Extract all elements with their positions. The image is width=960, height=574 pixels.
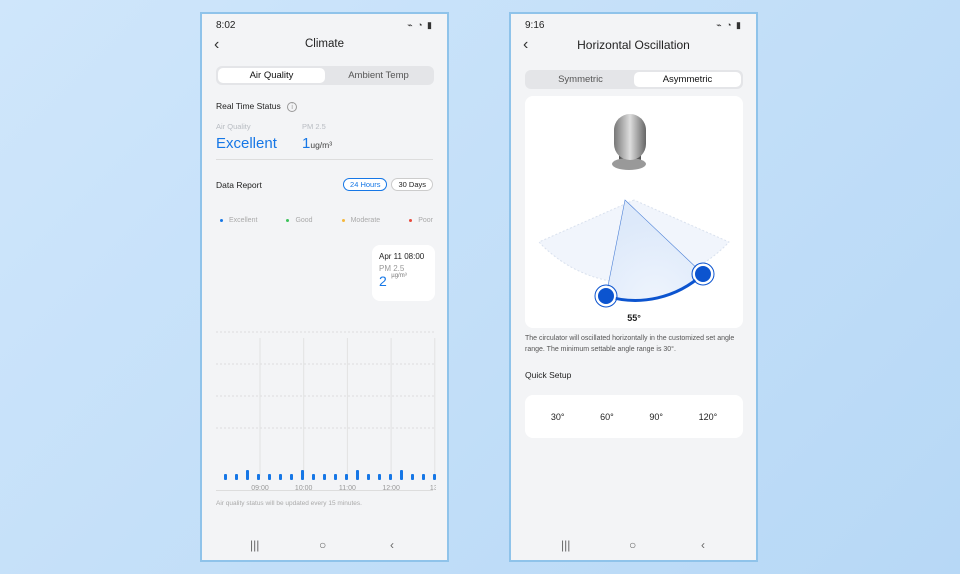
nav-home-button[interactable]: ○ [629,538,636,552]
description: The circulator will oscillated horizonta… [525,335,735,353]
legend-label: Poor [418,217,433,224]
tab-symmetric[interactable]: Symmetric [527,72,634,87]
tooltip-unit: µg/m³ [391,273,407,279]
legend: Excellent Good Moderate Poor [220,217,433,224]
legend-dot [286,218,290,222]
left-handle[interactable] [596,286,616,306]
right-handle[interactable] [693,264,713,284]
legend-label: Good [295,217,313,224]
aq-value: Excellent [216,135,277,152]
status-time: 9:16 [525,20,545,31]
divider [216,490,433,491]
status-time: 8:02 [216,20,236,31]
climate-screen: 8:02 ⌁ ◔ ▮ ‹ Climate Air Quality Ambient… [200,12,449,562]
chart-bar [224,474,227,480]
legend-dot [341,218,345,222]
legend-dot [409,218,413,222]
chart-bar [356,470,359,480]
nav-recent-button[interactable]: ||| [250,538,259,552]
report-label: Data Report [216,180,262,190]
tooltip-card: Apr 11 08:00 PM 2.5 2 µg/m³ [372,245,435,301]
legend-item: Poor [409,217,433,224]
chart-bar [301,470,304,480]
oscillation-card: 55° [525,96,743,328]
fan-image [612,114,646,170]
oscillation-screen: 9:16 ⌁ ◔ ▮ ‹ Horizontal Oscillation Symm… [509,12,758,562]
legend-label: Excellent [229,217,258,224]
nav-back-button[interactable]: ‹ [701,538,705,552]
chart-bar [334,474,337,480]
chart-bar [433,474,436,480]
pm-unit: ug/m³ [310,140,333,150]
oscillation-diagram [538,114,730,308]
realtime-label: Real Time Status [216,101,281,111]
chart-bar [367,474,370,480]
chart-bar [235,474,238,480]
chart-bar [400,470,403,480]
range-24h-button[interactable]: 24 Hours [343,178,388,191]
nav-back-button[interactable]: ‹ [390,538,394,552]
chart-bar [268,474,271,480]
chart-bar [411,474,414,480]
nav-home-button[interactable]: ○ [319,538,326,552]
legend-item: Good [286,217,313,224]
legend-dot [220,218,223,222]
tooltip-label: PM 2.5 [379,264,405,273]
status-icons: ⌁ ◔ ▮ [407,20,433,30]
aq-label: Air Quality [216,122,251,131]
tab-ambient-temp[interactable]: Ambient Temp [325,68,432,83]
pm-chart: 09:0010:0011:0012:0013: [216,331,436,492]
info-icon[interactable]: i [287,102,298,112]
page-title: Horizontal Oscillation [577,38,690,52]
chart-bar [389,474,392,480]
chart-bar [290,474,293,480]
legend-label: Moderate [350,217,381,224]
legend-item: Excellent [220,217,257,224]
chart-bar [323,474,326,480]
quick-60[interactable]: 60° [600,412,614,422]
chart-bar [312,474,315,480]
quick-setup-label: Quick Setup [525,370,572,380]
quick-90[interactable]: 90° [649,412,663,422]
quick-30[interactable]: 30° [551,412,565,422]
chart-bar [246,470,249,480]
nav-recent-button[interactable]: ||| [561,538,570,552]
divider [216,159,433,160]
quick-setup-card: 30° 60° 90° 120° [525,395,743,438]
chart-bar [345,474,348,480]
tab-air-quality[interactable]: Air Quality [218,68,325,83]
status-icons: ⌁ ◔ ▮ [716,20,742,30]
pm-label: PM 2.5 [302,122,326,131]
page-title: Climate [305,38,344,50]
chart-bar [279,474,282,480]
angle-value: 55° [627,313,641,323]
quick-120[interactable]: 120° [699,412,718,422]
chart-bar [257,474,260,480]
legend-item: Moderate [341,217,381,224]
mode-tabs: Symmetric Asymmetric [525,70,743,89]
chart-bar [378,474,381,480]
chart-bar [422,474,425,480]
update-note: Air quality status will be updated every… [216,500,362,507]
tooltip-value: 2 [379,273,387,289]
tab-bar: Air Quality Ambient Temp [216,66,434,85]
tab-asymmetric[interactable]: Asymmetric [634,72,741,87]
range-30d-button[interactable]: 30 Days [391,178,433,191]
tooltip-date: Apr 11 08:00 [379,252,425,261]
